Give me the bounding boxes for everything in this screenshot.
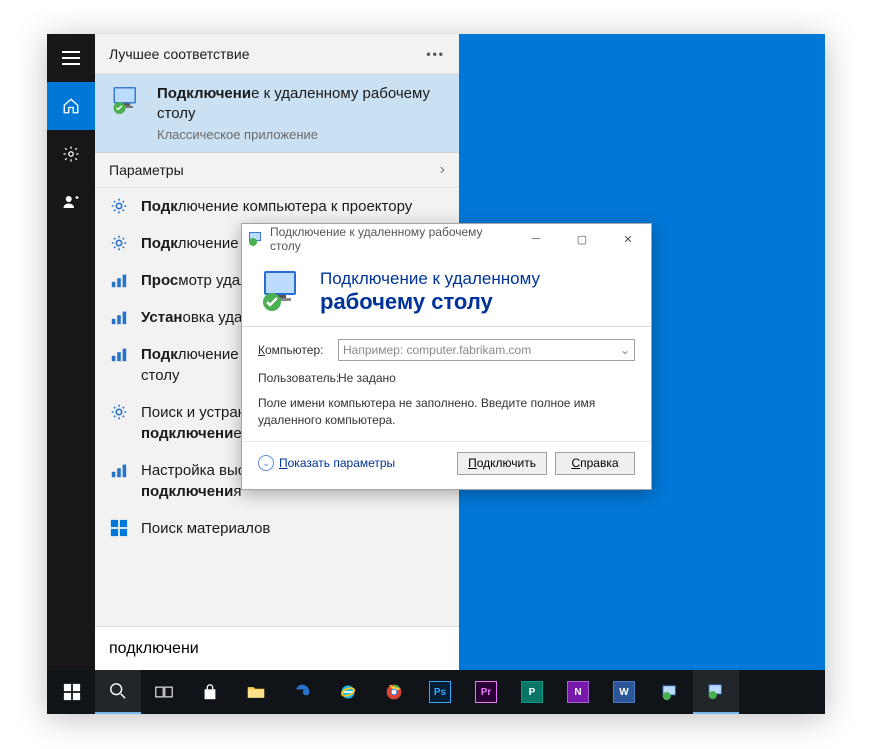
settings-icon: [109, 196, 129, 216]
best-match-subtitle: Классическое приложение: [157, 127, 445, 142]
show-params-link[interactable]: ⌄ Показать параметры: [258, 455, 395, 471]
rdp-header: Подключение к удаленному рабочему столу: [242, 254, 651, 326]
rdp-header-icon: [258, 268, 306, 316]
computer-label: Компьютер:: [258, 343, 338, 357]
result-text: Поиск материалов: [141, 518, 270, 539]
start-sidebar: [47, 34, 95, 670]
ie-button[interactable]: [325, 670, 371, 714]
store-search-item[interactable]: Поиск материалов: [95, 510, 459, 547]
settings-icon: [109, 402, 129, 422]
taskbar: Ps Pr P N W: [47, 670, 825, 714]
computer-combobox[interactable]: Например: computer.fabrikam.com ⌄: [338, 339, 635, 361]
best-match-title: Подключение к удаленному рабочему столу: [157, 84, 445, 125]
home-icon[interactable]: [47, 82, 95, 130]
rdp-titlebar-icon: [248, 231, 264, 247]
best-match-item[interactable]: Подключение к удаленному рабочему столу …: [95, 74, 459, 153]
rdp-app-icon: [109, 84, 145, 120]
onenote-button[interactable]: N: [555, 670, 601, 714]
rdp-taskbar-1[interactable]: [647, 670, 693, 714]
rdp-title-text: Подключение к удаленному рабочему столу: [270, 225, 513, 253]
rdp-header-line2: рабочему столу: [320, 289, 540, 315]
connect-button[interactable]: Подключить: [457, 452, 547, 475]
settings-icon: [109, 460, 129, 480]
hamburger-menu[interactable]: [47, 34, 95, 82]
more-icon[interactable]: •••: [426, 47, 445, 61]
user-icon[interactable]: [47, 178, 95, 226]
store-button[interactable]: [187, 670, 233, 714]
search-result-item[interactable]: Подключение компьютера к проектору: [95, 188, 459, 225]
chevron-right-icon: ›: [440, 161, 445, 179]
settings-icon: [109, 270, 129, 290]
search-button[interactable]: [95, 670, 141, 714]
help-button[interactable]: Справка: [555, 452, 635, 475]
file-explorer-button[interactable]: [233, 670, 279, 714]
result-text: Подключение компьютера к проектору: [141, 196, 412, 217]
settings-icon: [109, 344, 129, 364]
rdp-info-text: Поле имени компьютера не заполнено. Введ…: [258, 395, 635, 429]
search-input[interactable]: [109, 640, 445, 658]
word-button[interactable]: W: [601, 670, 647, 714]
expand-arrow-icon: ⌄: [258, 455, 274, 471]
photoshop-button[interactable]: Ps: [417, 670, 463, 714]
close-button[interactable]: ✕: [605, 224, 651, 254]
start-button[interactable]: [49, 670, 95, 714]
best-match-header: Лучшее соответствие •••: [95, 34, 459, 74]
minimize-button[interactable]: ─: [513, 224, 559, 254]
settings-icon[interactable]: [47, 130, 95, 178]
maximize-button[interactable]: ▢: [559, 224, 605, 254]
params-section-header[interactable]: Параметры ›: [95, 153, 459, 188]
task-view-button[interactable]: [141, 670, 187, 714]
edge-button[interactable]: [279, 670, 325, 714]
chrome-button[interactable]: [371, 670, 417, 714]
rdp-dialog: Подключение к удаленному рабочему столу …: [241, 223, 652, 490]
search-box: [95, 626, 459, 670]
chevron-down-icon: ⌄: [620, 343, 630, 357]
windows-logo-icon: [109, 518, 129, 538]
settings-icon: [109, 307, 129, 327]
settings-icon: [109, 233, 129, 253]
user-label: Пользователь:: [258, 371, 338, 385]
user-value: Не задано: [338, 371, 396, 385]
rdp-titlebar[interactable]: Подключение к удаленному рабочему столу …: [242, 224, 651, 254]
rdp-header-line1: Подключение к удаленному: [320, 269, 540, 289]
rdp-taskbar-2[interactable]: [693, 670, 739, 714]
publisher-button[interactable]: P: [509, 670, 555, 714]
best-match-label: Лучшее соответствие: [109, 46, 249, 62]
premiere-button[interactable]: Pr: [463, 670, 509, 714]
